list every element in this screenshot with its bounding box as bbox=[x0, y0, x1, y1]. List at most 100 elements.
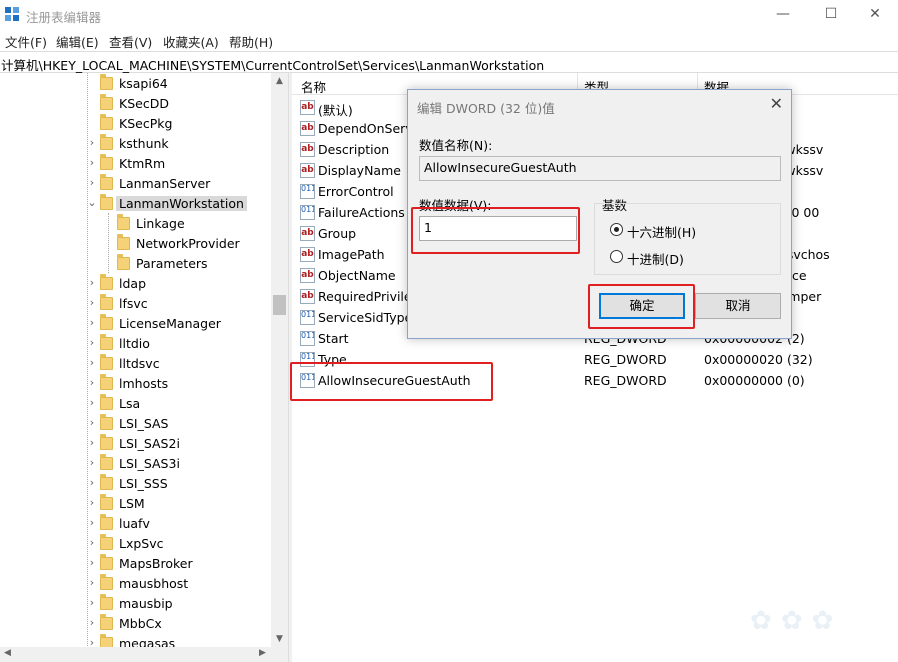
tree-item[interactable]: › lltdsvc bbox=[0, 354, 270, 374]
binary-value-icon: 011110 bbox=[300, 310, 315, 325]
folder-icon bbox=[100, 554, 113, 570]
tree-item[interactable]: ksapi64 bbox=[0, 74, 270, 94]
tree-item[interactable]: › MbbCx bbox=[0, 614, 270, 634]
minimize-button[interactable]: — bbox=[760, 0, 806, 30]
tree-item[interactable]: › lltdio bbox=[0, 334, 270, 354]
expand-chevron-icon[interactable]: › bbox=[87, 156, 97, 169]
folder-icon bbox=[100, 474, 113, 490]
scrollbar-thumb[interactable] bbox=[273, 295, 286, 315]
expand-chevron-icon[interactable]: › bbox=[87, 136, 97, 149]
radio-decimal[interactable] bbox=[610, 250, 623, 263]
expand-chevron-icon[interactable]: › bbox=[87, 556, 97, 569]
scroll-down-icon[interactable]: ▼ bbox=[271, 631, 288, 648]
tree-item[interactable]: Parameters bbox=[0, 254, 270, 274]
radio-hex-label[interactable]: 十六进制(H) bbox=[627, 222, 696, 241]
tree-horizontal-scrollbar[interactable]: ◀ ▶ bbox=[0, 647, 288, 662]
tree-item-label: ksthunk bbox=[119, 136, 169, 151]
tree-item-label: lfsvc bbox=[119, 296, 148, 311]
expand-chevron-icon[interactable]: › bbox=[87, 576, 97, 589]
cell-name: FailureActions bbox=[318, 205, 405, 220]
tree-item[interactable]: Linkage bbox=[0, 214, 270, 234]
tree-item-label: ldap bbox=[119, 276, 147, 291]
expand-chevron-icon[interactable]: › bbox=[87, 516, 97, 529]
tree-item[interactable]: › luafv bbox=[0, 514, 270, 534]
scroll-left-icon[interactable]: ◀ bbox=[4, 648, 11, 658]
expand-chevron-icon[interactable]: › bbox=[87, 336, 97, 349]
expand-chevron-icon[interactable]: › bbox=[87, 376, 97, 389]
dialog-close-icon[interactable]: ✕ bbox=[770, 94, 783, 113]
tree-item[interactable]: › Lsa bbox=[0, 394, 270, 414]
tree-item-label: NetworkProvider bbox=[136, 236, 240, 251]
list-row[interactable]: 011110AllowInsecureGuestAuth REG_DWORD 0x0… bbox=[292, 370, 898, 391]
tree-item[interactable]: › mausbhost bbox=[0, 574, 270, 594]
expand-chevron-icon[interactable]: › bbox=[87, 296, 97, 309]
cancel-button[interactable]: 取消 bbox=[695, 293, 781, 319]
tree-item[interactable]: › LSI_SAS bbox=[0, 414, 270, 434]
folder-icon bbox=[117, 214, 130, 230]
menu-edit[interactable]: 编辑(E) bbox=[56, 32, 99, 51]
tree-item[interactable]: › ldap bbox=[0, 274, 270, 294]
tree-item[interactable]: KSecPkg bbox=[0, 114, 270, 134]
tree-item[interactable]: › ksthunk bbox=[0, 134, 270, 154]
tree-item-label: luafv bbox=[119, 516, 150, 531]
cell-name: Description bbox=[318, 142, 390, 157]
expand-chevron-icon[interactable]: › bbox=[87, 536, 97, 549]
expand-chevron-icon[interactable]: › bbox=[87, 496, 97, 509]
expand-chevron-icon[interactable]: › bbox=[87, 176, 97, 189]
expand-chevron-icon[interactable]: › bbox=[87, 456, 97, 469]
radio-decimal-label[interactable]: 十进制(D) bbox=[627, 249, 684, 268]
tree-item[interactable]: › LicenseManager bbox=[0, 314, 270, 334]
tree-item-label: Linkage bbox=[136, 216, 185, 231]
cell-name: AllowInsecureGuestAuth bbox=[318, 373, 471, 388]
tree-item[interactable]: › LSI_SAS3i bbox=[0, 454, 270, 474]
expand-chevron-icon[interactable]: › bbox=[87, 316, 97, 329]
tree-item[interactable]: › LSI_SSS bbox=[0, 474, 270, 494]
tree-item-label: LanmanWorkstation bbox=[116, 196, 247, 211]
tree-item[interactable]: › MapsBroker bbox=[0, 554, 270, 574]
address-bar[interactable]: 计算机\HKEY_LOCAL_MACHINE\SYSTEM\CurrentCon… bbox=[0, 51, 898, 73]
tree-item[interactable]: ⌄ LanmanWorkstation bbox=[0, 194, 270, 214]
tree-item-label: lltdio bbox=[119, 336, 150, 351]
expand-chevron-icon[interactable]: › bbox=[87, 436, 97, 449]
expand-chevron-icon[interactable]: › bbox=[87, 356, 97, 369]
string-value-icon: ab bbox=[300, 226, 315, 241]
folder-icon bbox=[100, 314, 113, 330]
tree-vertical-scrollbar[interactable]: ▲ ▼ bbox=[271, 73, 288, 648]
tree-item[interactable]: KSecDD bbox=[0, 94, 270, 114]
folder-icon bbox=[100, 114, 113, 130]
tree-item[interactable]: › LxpSvc bbox=[0, 534, 270, 554]
tree-item[interactable]: › KtmRm bbox=[0, 154, 270, 174]
column-header-name[interactable]: 名称 bbox=[301, 77, 326, 96]
expand-chevron-icon[interactable]: › bbox=[87, 416, 97, 429]
list-row[interactable]: 011110Type REG_DWORD 0x00000020 (32) bbox=[292, 349, 898, 370]
menu-file[interactable]: 文件(F) bbox=[5, 32, 47, 51]
menu-help[interactable]: 帮助(H) bbox=[229, 32, 273, 51]
tree-item[interactable]: › lmhosts bbox=[0, 374, 270, 394]
value-data-field[interactable]: 1 bbox=[419, 216, 577, 241]
address-path[interactable]: 计算机\HKEY_LOCAL_MACHINE\SYSTEM\CurrentCon… bbox=[1, 55, 544, 74]
scroll-right-icon[interactable]: ▶ bbox=[259, 648, 266, 658]
expand-chevron-icon[interactable]: › bbox=[87, 396, 97, 409]
ok-button[interactable]: 确定 bbox=[599, 293, 685, 319]
expand-chevron-icon[interactable]: › bbox=[87, 476, 97, 489]
radio-hex[interactable] bbox=[610, 223, 623, 236]
close-button[interactable]: ✕ bbox=[852, 0, 898, 30]
cell-name: DisplayName bbox=[318, 163, 401, 178]
tree-item[interactable]: › lfsvc bbox=[0, 294, 270, 314]
menu-view[interactable]: 查看(V) bbox=[109, 32, 152, 51]
tree-item[interactable]: NetworkProvider bbox=[0, 234, 270, 254]
tree-item[interactable]: › LanmanServer bbox=[0, 174, 270, 194]
expand-chevron-icon[interactable]: › bbox=[87, 276, 97, 289]
scroll-up-icon[interactable]: ▲ bbox=[271, 73, 288, 90]
menu-favorites[interactable]: 收藏夹(A) bbox=[163, 32, 219, 51]
menu-bar: 文件(F) 编辑(E) 查看(V) 收藏夹(A) 帮助(H) bbox=[0, 30, 898, 50]
expand-chevron-icon[interactable]: › bbox=[87, 616, 97, 629]
tree-item[interactable]: › LSI_SAS2i bbox=[0, 434, 270, 454]
tree-item-label: LSI_SAS3i bbox=[119, 456, 180, 471]
collapse-chevron-icon[interactable]: ⌄ bbox=[87, 196, 97, 209]
value-name-field[interactable]: AllowInsecureGuestAuth bbox=[419, 156, 781, 181]
maximize-button[interactable]: ☐ bbox=[808, 0, 854, 30]
tree-item[interactable]: › mausbip bbox=[0, 594, 270, 614]
tree-item[interactable]: › LSM bbox=[0, 494, 270, 514]
expand-chevron-icon[interactable]: › bbox=[87, 596, 97, 609]
